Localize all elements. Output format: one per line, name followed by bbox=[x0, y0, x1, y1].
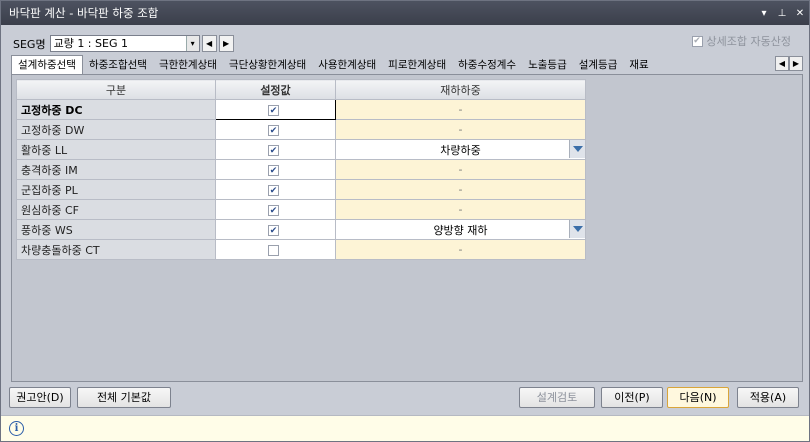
tab-extreme-limit[interactable]: 극단상황한계상태 bbox=[223, 57, 312, 74]
checkbox[interactable]: ✔ bbox=[268, 125, 279, 137]
tab-panel: 구분 설정값 재하하중 고정하중 DC ✔ - 고정하중 DW ✔ - 활하중 … bbox=[11, 74, 803, 382]
row-name: 군집하중 PL bbox=[16, 179, 216, 200]
seg-select[interactable]: 교량 1 : SEG 1 ▾ bbox=[49, 35, 200, 52]
row-name: 활하중 LL bbox=[16, 139, 216, 160]
table-row: 활하중 LL ✔ 차량하중 bbox=[16, 139, 586, 160]
applied-load-cell: - bbox=[335, 179, 586, 200]
row-name: 풍하중 WS bbox=[16, 219, 216, 240]
seg-label: SEG명 bbox=[13, 37, 46, 51]
checkbox[interactable]: ✔ bbox=[268, 165, 279, 177]
dropdown-arrow-icon[interactable] bbox=[569, 140, 585, 158]
setting-cell[interactable]: ✔ bbox=[215, 239, 336, 260]
checkbox[interactable]: ✔ bbox=[268, 105, 279, 117]
row-name: 고정하중 DC bbox=[16, 99, 216, 120]
applied-load-value: 양방향 재하 bbox=[433, 223, 488, 237]
seg-selector-row: SEG명 교량 1 : SEG 1 ▾ ◀ ▶ bbox=[13, 35, 234, 52]
auto-calc-checkbox[interactable]: ✔ 상세조합 자동산정 bbox=[691, 33, 791, 49]
setting-cell[interactable]: ✔ bbox=[215, 179, 336, 200]
seg-select-value: 교량 1 : SEG 1 bbox=[53, 37, 128, 50]
applied-load-select[interactable]: 차량하중 bbox=[335, 139, 586, 160]
tab-scroll-right-button[interactable]: ▶ bbox=[789, 56, 803, 71]
table-row: 원심하중 CF ✔ - bbox=[16, 199, 586, 220]
menu-dropdown-icon[interactable]: ▾ bbox=[755, 8, 773, 19]
auto-calc-label: 상세조합 자동산정 bbox=[706, 35, 791, 48]
seg-next-button[interactable]: ▶ bbox=[218, 35, 234, 52]
button-bar: 권고안(D) 전체 기본값 설계검토 이전(P) 다음(N) 적용(A) bbox=[9, 387, 803, 409]
window-title: 바닥판 계산 - 바닥판 하중 조합 bbox=[9, 6, 159, 20]
table-row: 고정하중 DC ✔ - bbox=[16, 99, 586, 120]
title-bar: 바닥판 계산 - 바닥판 하중 조합 ▾ ⊥ ✕ bbox=[1, 1, 809, 25]
tab-load-combination[interactable]: 하중조합선택 bbox=[83, 57, 153, 74]
design-check-button[interactable]: 설계검토 bbox=[519, 387, 595, 408]
chevron-down-icon[interactable]: ▾ bbox=[185, 36, 199, 51]
close-icon[interactable]: ✕ bbox=[791, 8, 809, 19]
tab-scroll: ◀ ▶ bbox=[775, 56, 803, 71]
applied-load-select[interactable]: 양방향 재하 bbox=[335, 219, 586, 240]
grid-header-row: 구분 설정값 재하하중 bbox=[16, 79, 586, 100]
dropdown-arrow-icon[interactable] bbox=[569, 220, 585, 238]
setting-cell[interactable]: ✔ bbox=[215, 159, 336, 180]
tab-service-limit[interactable]: 사용한계상태 bbox=[312, 57, 382, 74]
table-row: 차량충돌하중 CT ✔ - bbox=[16, 239, 586, 260]
applied-load-value: 차량하중 bbox=[440, 143, 481, 157]
setting-cell[interactable]: ✔ bbox=[215, 199, 336, 220]
tab-fatigue-limit[interactable]: 피로한계상태 bbox=[382, 57, 452, 74]
dialog-window: 바닥판 계산 - 바닥판 하중 조합 ▾ ⊥ ✕ SEG명 교량 1 : SEG… bbox=[0, 0, 810, 442]
row-name: 고정하중 DW bbox=[16, 119, 216, 140]
info-icon: i bbox=[9, 421, 24, 436]
next-button[interactable]: 다음(N) bbox=[667, 387, 729, 408]
row-name: 차량충돌하중 CT bbox=[16, 239, 216, 260]
tab-ultimate-limit[interactable]: 극한한계상태 bbox=[153, 57, 223, 74]
setting-cell[interactable]: ✔ bbox=[215, 139, 336, 160]
setting-cell[interactable]: ✔ bbox=[215, 99, 336, 120]
checkbox[interactable]: ✔ bbox=[268, 145, 279, 157]
setting-cell[interactable]: ✔ bbox=[215, 119, 336, 140]
checkbox[interactable]: ✔ bbox=[268, 205, 279, 217]
tab-exposure-class[interactable]: 노출등급 bbox=[522, 57, 573, 74]
header-applied-load[interactable]: 재하하중 bbox=[335, 79, 586, 100]
checkbox[interactable]: ✔ bbox=[268, 245, 279, 257]
checkbox[interactable]: ✔ bbox=[268, 185, 279, 197]
setting-cell[interactable]: ✔ bbox=[215, 219, 336, 240]
applied-load-cell: - bbox=[335, 99, 586, 120]
table-row: 군집하중 PL ✔ - bbox=[16, 179, 586, 200]
applied-load-cell: - bbox=[335, 239, 586, 260]
apply-button[interactable]: 적용(A) bbox=[737, 387, 799, 408]
header-category[interactable]: 구분 bbox=[16, 79, 216, 100]
check-icon: ✔ bbox=[691, 35, 703, 47]
applied-load-cell: - bbox=[335, 199, 586, 220]
table-row: 풍하중 WS ✔ 양방향 재하 bbox=[16, 219, 586, 240]
status-bar: i bbox=[1, 415, 809, 441]
tab-material[interactable]: 재료 bbox=[623, 57, 654, 74]
tab-load-modifier[interactable]: 하중수정계수 bbox=[452, 57, 522, 74]
load-grid: 구분 설정값 재하하중 고정하중 DC ✔ - 고정하중 DW ✔ - 활하중 … bbox=[16, 79, 586, 260]
tab-strip: 설계하중선택 하중조합선택 극한한계상태 극단상황한계상태 사용한계상태 피로한… bbox=[11, 55, 803, 74]
prev-button[interactable]: 이전(P) bbox=[601, 387, 663, 408]
table-row: 충격하중 IM ✔ - bbox=[16, 159, 586, 180]
checkbox[interactable]: ✔ bbox=[268, 225, 279, 237]
applied-load-cell: - bbox=[335, 159, 586, 180]
table-row: 고정하중 DW ✔ - bbox=[16, 119, 586, 140]
applied-load-cell: - bbox=[335, 119, 586, 140]
tab-design-load[interactable]: 설계하중선택 bbox=[11, 55, 83, 74]
all-defaults-button[interactable]: 전체 기본값 bbox=[77, 387, 171, 408]
recommend-button[interactable]: 권고안(D) bbox=[9, 387, 71, 408]
tab-scroll-left-button[interactable]: ◀ bbox=[775, 56, 789, 71]
pin-icon[interactable]: ⊥ bbox=[773, 8, 791, 19]
row-name: 원심하중 CF bbox=[16, 199, 216, 220]
row-name: 충격하중 IM bbox=[16, 159, 216, 180]
header-setting[interactable]: 설정값 bbox=[215, 79, 336, 100]
tab-design-class[interactable]: 설계등급 bbox=[573, 57, 624, 74]
seg-prev-button[interactable]: ◀ bbox=[201, 35, 217, 52]
